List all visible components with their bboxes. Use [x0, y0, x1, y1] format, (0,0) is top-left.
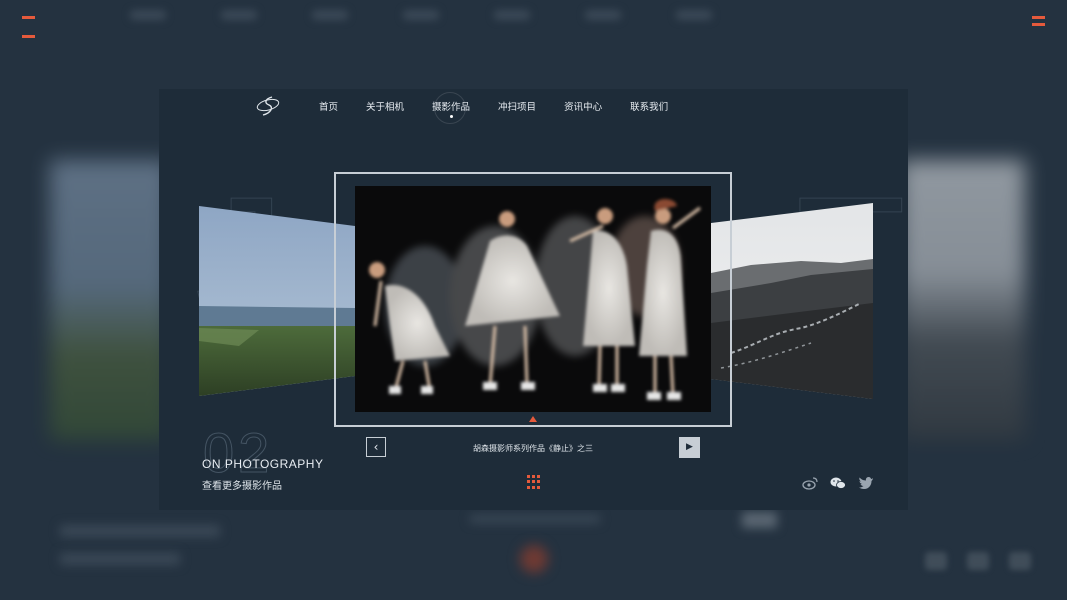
chevron-left-icon: ‹ [373, 440, 379, 454]
social-links [802, 475, 874, 490]
nav-item-about-camera[interactable]: 关于相机 [366, 99, 404, 113]
logo-icon[interactable] [255, 95, 281, 117]
grid-icon[interactable] [527, 475, 541, 489]
main-panel: JAPLTWI 首页 关于相机 摄影作品 冲扫项目 资讯中心 联系我们 [159, 89, 908, 510]
nav-item-home[interactable]: 首页 [319, 99, 338, 113]
menu-icon[interactable] [22, 16, 35, 38]
menu-icon-right[interactable] [1032, 16, 1045, 26]
section-title: ON PHOTOGRAPHY [202, 457, 324, 471]
weibo-icon[interactable] [802, 475, 818, 490]
blurred-social [925, 552, 1031, 570]
blurred-nav [130, 10, 730, 30]
twitter-icon[interactable] [858, 475, 874, 489]
view-more-link[interactable]: 查看更多摄影作品 [202, 477, 282, 492]
section-number: 02 [202, 421, 274, 484]
nav-item-scan-projects[interactable]: 冲扫项目 [498, 99, 536, 113]
next-button[interactable]: ▶ [679, 437, 700, 458]
blurred-right-photo [900, 160, 1025, 440]
carousel-prev-photo[interactable] [199, 206, 355, 396]
main-nav: 首页 关于相机 摄影作品 冲扫项目 资讯中心 联系我们 [319, 99, 696, 118]
nav-item-contact[interactable]: 联系我们 [630, 99, 668, 113]
main-carousel-photo[interactable] [355, 186, 711, 412]
wechat-icon[interactable] [830, 475, 846, 489]
blurred-left-photo [50, 160, 170, 440]
nav-item-photography[interactable]: 摄影作品 [432, 99, 470, 118]
blurred-text [60, 525, 220, 537]
photo-caption: 胡森摄影师系列作品《静止》之三 [473, 444, 593, 453]
active-indicator-icon [529, 416, 537, 422]
prev-button[interactable]: ‹ [366, 437, 386, 457]
blurred-text [60, 553, 180, 565]
play-right-icon: ▶ [686, 442, 693, 452]
nav-item-news[interactable]: 资讯中心 [564, 99, 602, 113]
blurred-button [742, 512, 777, 528]
blurred-grid-icon [520, 545, 548, 573]
carousel-next-photo[interactable] [711, 203, 873, 399]
blurred-text [470, 515, 600, 523]
